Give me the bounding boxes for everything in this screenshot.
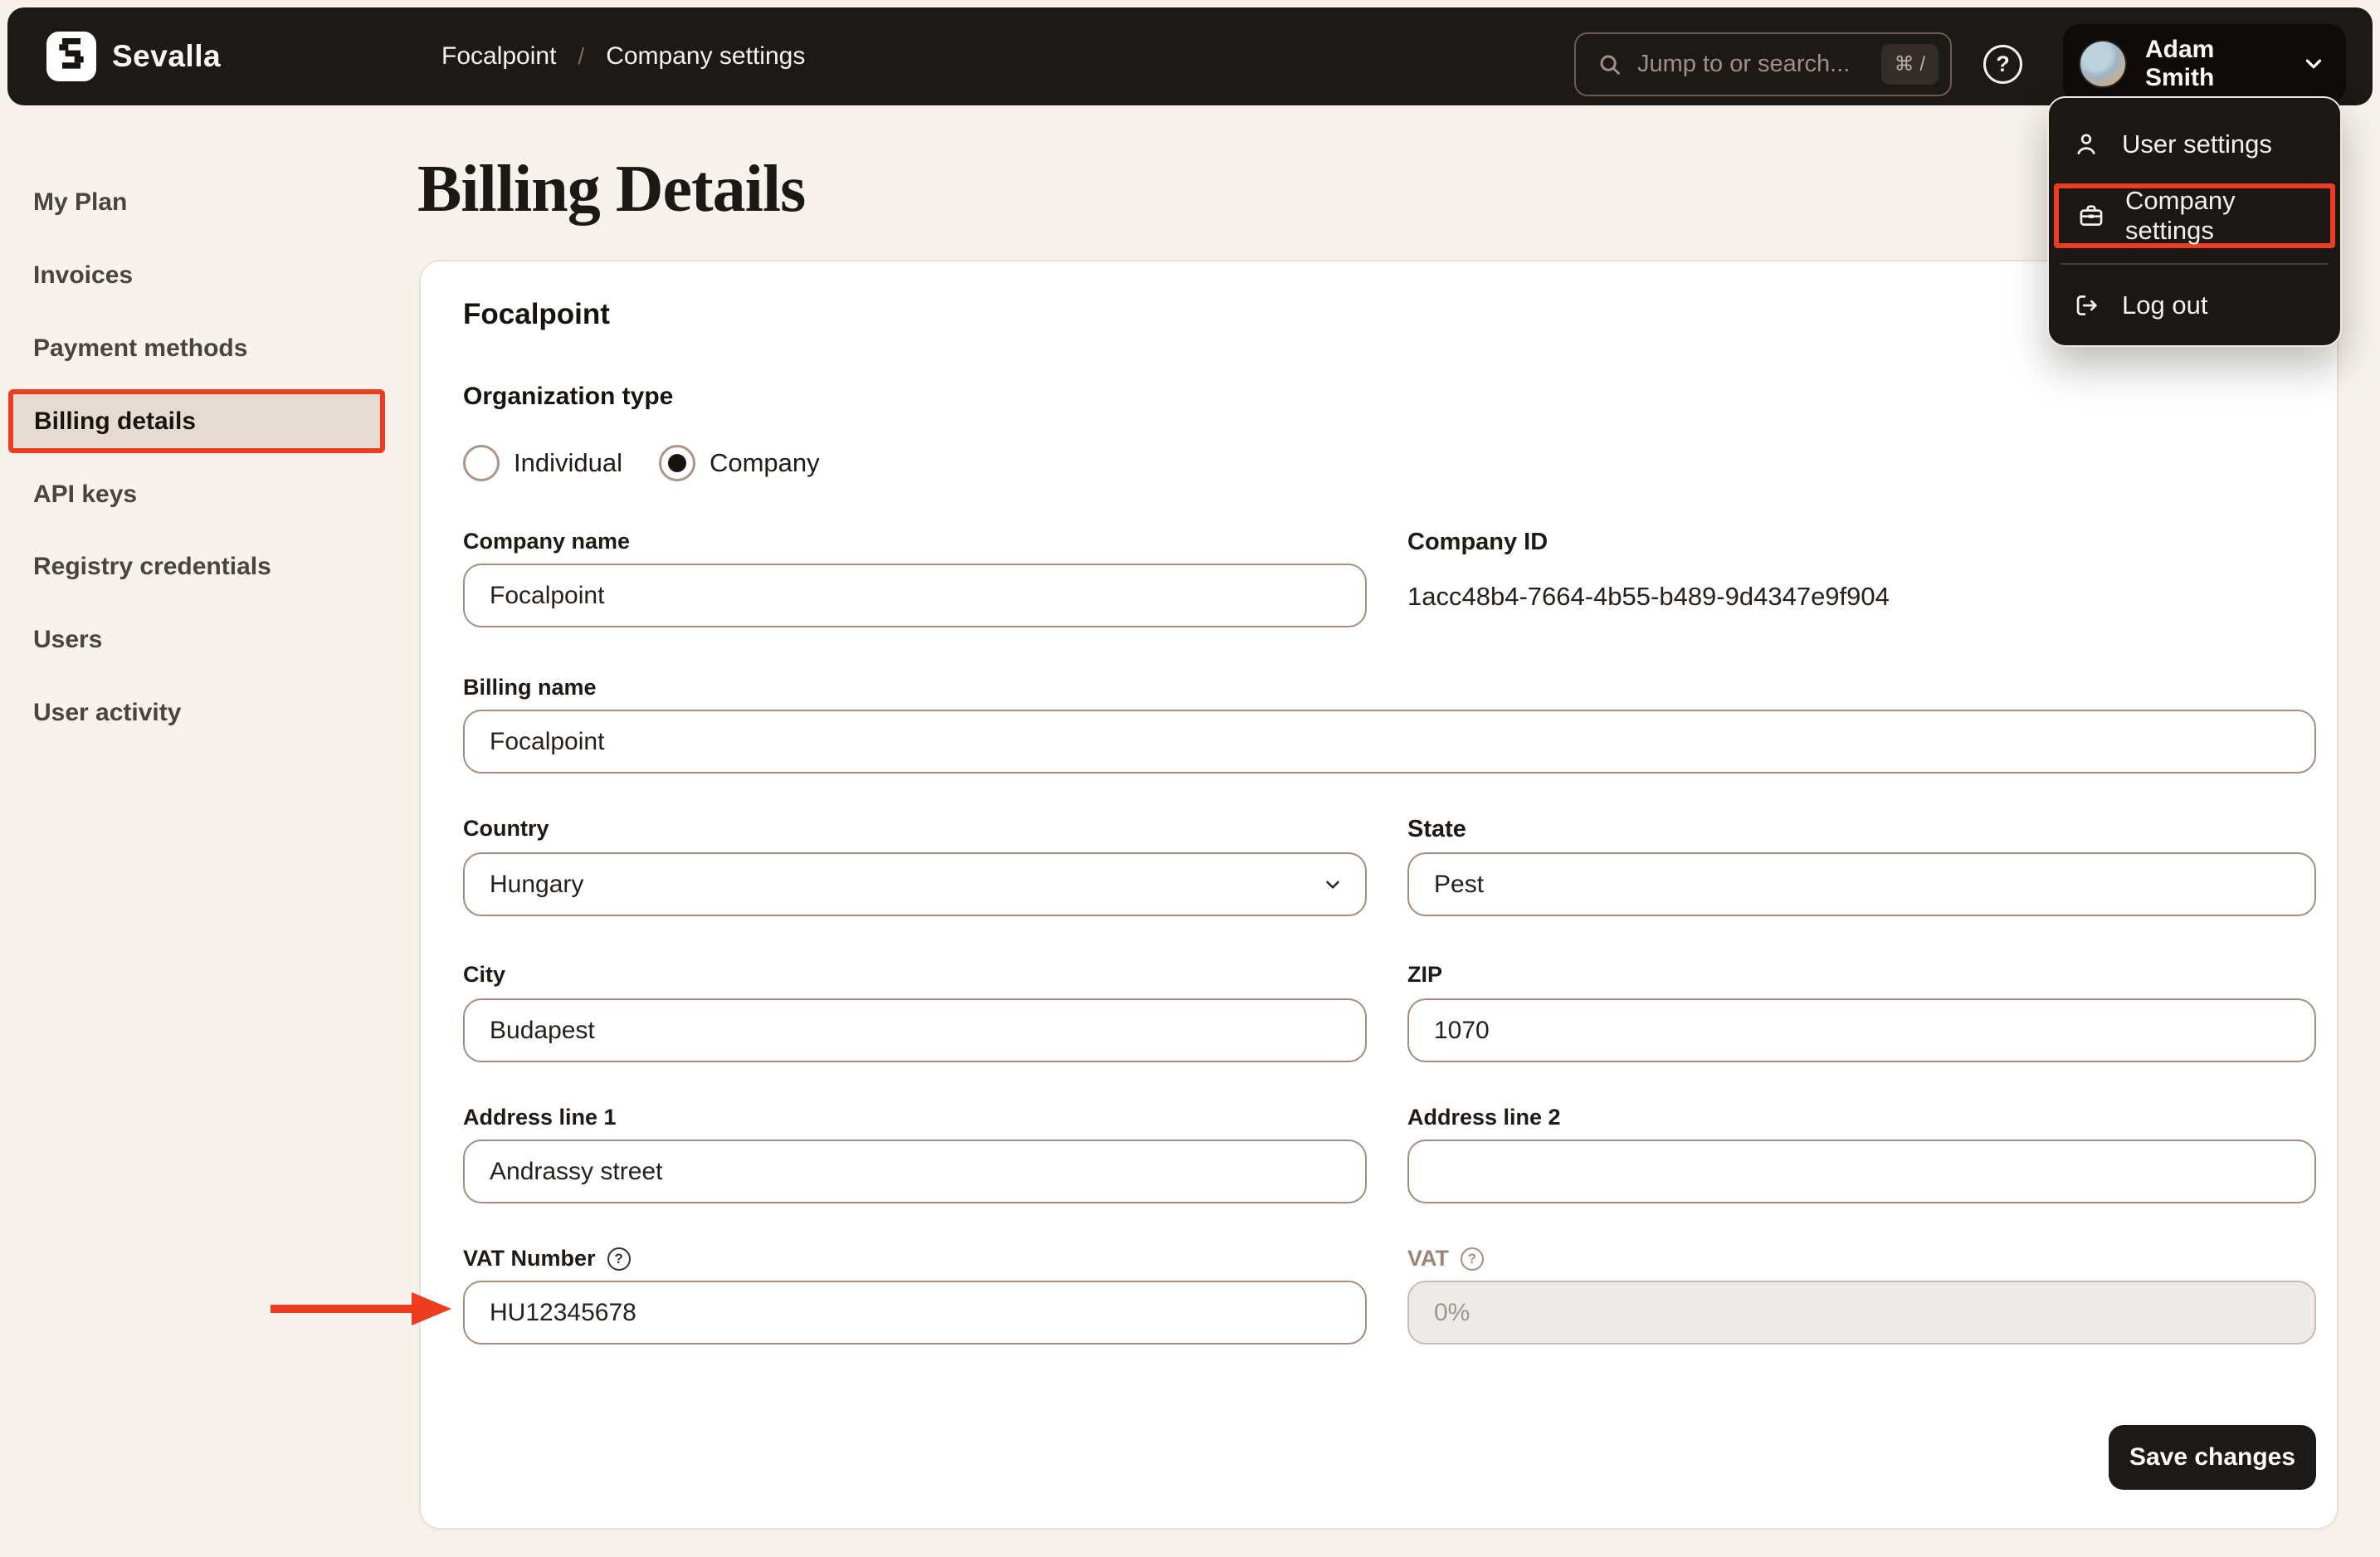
billing-name-input[interactable]: [463, 710, 2316, 774]
sidebar-item-my-plan[interactable]: My Plan: [33, 188, 127, 217]
briefcase-icon: [2077, 202, 2105, 230]
sidebar-item-label: Billing details: [34, 407, 197, 435]
top-navigation-bar: Sevalla Focalpoint / Company settings ⌘ …: [7, 7, 2373, 105]
user-icon: [2072, 130, 2100, 159]
user-name: Adam Smith: [2145, 35, 2215, 91]
vat-number-help-icon[interactable]: ?: [607, 1247, 631, 1271]
menu-item-label: User settings: [2122, 129, 2272, 159]
sidebar-item-users[interactable]: Users: [33, 626, 102, 654]
breadcrumb: Focalpoint / Company settings: [441, 7, 805, 105]
company-id-value: 1acc48b4-7664-4b55-b489-9d4347e9f904: [1407, 582, 1890, 611]
zip-label: ZIP: [1407, 962, 1443, 987]
radio-company-label[interactable]: Company: [710, 448, 820, 478]
global-search[interactable]: ⌘ /: [1574, 32, 1952, 96]
state-label: State: [1407, 816, 1466, 842]
sevalla-logo-icon: [59, 38, 84, 69]
state-input[interactable]: [1407, 852, 2316, 916]
vat-number-label: VAT Number ?: [463, 1246, 631, 1271]
radio-individual[interactable]: [463, 445, 500, 481]
billing-details-card: Focalpoint Organization type Individual …: [419, 260, 2339, 1530]
user-menu-button[interactable]: Adam Smith: [2063, 24, 2346, 103]
search-icon: [1600, 55, 1621, 75]
vat-input: [1407, 1281, 2316, 1345]
company-card-title: Focalpoint: [463, 298, 610, 330]
menu-item-label: Log out: [2122, 290, 2208, 320]
menu-item-user-settings[interactable]: User settings: [2061, 111, 2329, 178]
billing-name-label: Billing name: [463, 675, 597, 700]
country-value: Hungary: [490, 870, 584, 898]
billing-details-page: { "topbar": { "brand": "Sevalla", "bread…: [0, 0, 2380, 1557]
annotation-arrow: [271, 1292, 451, 1325]
user-dropdown-menu: User settings Company settings Log out: [2047, 96, 2342, 347]
organization-type-radio-group: Individual Company: [463, 444, 820, 482]
organization-type-label: Organization type: [463, 383, 674, 410]
sidebar-item-user-activity[interactable]: User activity: [33, 699, 181, 727]
save-changes-button[interactable]: Save changes: [2109, 1425, 2316, 1490]
brand-name: Sevalla: [112, 39, 222, 73]
address-line-2-input[interactable]: [1407, 1140, 2316, 1203]
vat-label: VAT ?: [1407, 1246, 1484, 1271]
breadcrumb-section[interactable]: Company settings: [606, 42, 805, 71]
search-input[interactable]: [1637, 51, 1866, 78]
address-line-2-label: Address line 2: [1407, 1105, 1561, 1130]
menu-item-log-out[interactable]: Log out: [2061, 272, 2329, 339]
menu-item-label: Company settings: [2125, 186, 2236, 245]
radio-individual-label[interactable]: Individual: [514, 448, 622, 478]
chevron-down-icon: [2305, 59, 2322, 68]
sidebar-item-billing-details[interactable]: Billing details: [8, 389, 385, 453]
breadcrumb-separator: /: [578, 43, 585, 69]
menu-item-company-settings[interactable]: Company settings: [2054, 183, 2335, 248]
vat-help-icon[interactable]: ?: [1461, 1247, 1484, 1271]
page-title: Billing Details: [417, 153, 806, 226]
avatar: [2079, 39, 2127, 88]
sidebar-item-payment-methods[interactable]: Payment methods: [33, 334, 247, 363]
sidebar-item-api-keys[interactable]: API keys: [33, 481, 137, 509]
vat-number-label-text: VAT Number: [463, 1246, 596, 1271]
address-line-1-input[interactable]: [463, 1140, 1367, 1203]
sevalla-logo[interactable]: [46, 32, 96, 81]
company-id-label: Company ID: [1407, 529, 1548, 555]
breadcrumb-project[interactable]: Focalpoint: [441, 42, 556, 71]
chevron-down-icon: [1326, 880, 1339, 889]
help-icon: ?: [1996, 51, 2010, 76]
vat-label-text: VAT: [1407, 1246, 1449, 1271]
company-name-label: Company name: [463, 529, 631, 554]
zip-input[interactable]: [1407, 998, 2316, 1062]
sidebar-item-registry-credentials[interactable]: Registry credentials: [33, 553, 271, 581]
menu-divider: [2061, 263, 2329, 265]
help-button[interactable]: ?: [1983, 45, 2022, 84]
search-shortcut-badge: ⌘ /: [1880, 44, 1939, 85]
country-select[interactable]: Hungary: [463, 852, 1367, 916]
vat-number-input[interactable]: [463, 1281, 1367, 1345]
city-input[interactable]: [463, 998, 1367, 1062]
radio-company[interactable]: [658, 445, 695, 481]
address-line-1-label: Address line 1: [463, 1105, 617, 1130]
country-label: Country: [463, 816, 549, 841]
sidebar-item-invoices[interactable]: Invoices: [33, 261, 133, 290]
city-label: City: [463, 962, 506, 987]
radio-selected-dot: [667, 454, 686, 472]
logout-icon: [2072, 291, 2100, 320]
company-name-input[interactable]: [463, 564, 1367, 627]
